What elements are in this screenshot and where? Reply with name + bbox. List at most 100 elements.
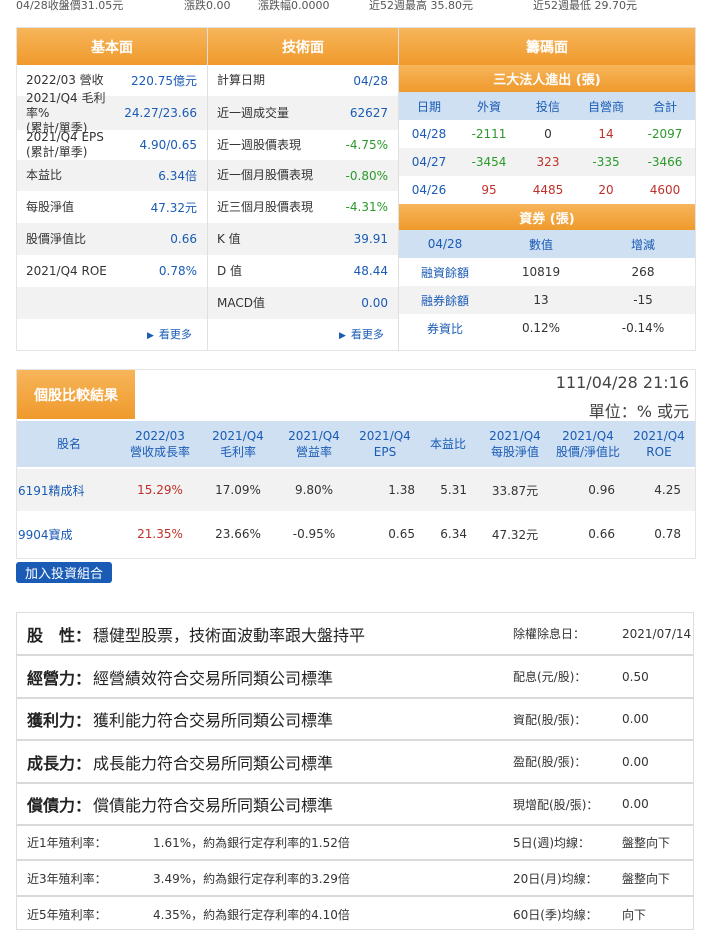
profile-row: 股 性： 穩健型股票，技術面波動率跟大盤持平 除權除息日： 2021/07/14 (17, 613, 693, 656)
comparison-row: 9904寶成 21.35% 23.66% -0.95% 0.65 6.34 47… (17, 513, 695, 555)
cell: 0.96 (588, 483, 615, 497)
technical-more-link[interactable]: ▶ 看更多 (339, 326, 384, 342)
cell: 0.12% (521, 321, 561, 335)
row-right-label: 資配(股/張)： (513, 712, 587, 727)
yield-row: 近5年殖利率： 4.35%，約為銀行定存利率的4.10倍 60日(季)均線： 向… (17, 897, 693, 931)
cell: 0.65 (388, 527, 415, 541)
row-value: 0.66 (170, 232, 197, 246)
cell: -2111 (471, 127, 507, 141)
row-key: 股 性： (27, 625, 92, 645)
cell: 10819 (521, 265, 561, 279)
cell: -15 (633, 293, 653, 307)
row-label: 2021/Q4 EPS (累計/單季) (26, 130, 104, 159)
cell: 4600 (649, 183, 681, 197)
high-52-week: 近52週最高 35.80元 (369, 0, 473, 12)
fundamental-row: 每股淨值 47.32元 (17, 191, 207, 223)
row-label: 2021/Q4 毛利率% (累計/單季) (26, 90, 106, 135)
row-label: 股價淨值比 (26, 231, 87, 246)
cell: 04/28 (411, 127, 447, 141)
fundamental-row: 本益比 6.34倍 (17, 160, 207, 191)
cell: 5.31 (440, 483, 467, 497)
cell: 13 (533, 293, 549, 307)
row-right-value: 2021/07/14 (622, 626, 692, 641)
cell: 0.66 (588, 527, 615, 541)
row-value: 24.27/23.66 (124, 106, 197, 120)
cell: 0.78 (654, 527, 681, 541)
cell: 0 (544, 127, 552, 141)
technical-row: D 值 48.44 (208, 255, 398, 287)
row-label: 近一週成交量 (217, 105, 290, 120)
comparison-title: 個股比較結果 (17, 370, 135, 419)
cell: 04/26 (411, 183, 447, 197)
col-header: 投信 (535, 99, 560, 114)
row-key: 成長力： (27, 753, 92, 773)
fundamental-more-link[interactable]: ▶ 看更多 (147, 326, 192, 342)
cell: 15.29% (137, 483, 183, 497)
col-header: 本益比 (429, 437, 466, 451)
row-right-label: 盈配(股/張)： (513, 755, 587, 769)
row-right-value: 0.00 (622, 754, 649, 769)
fundamental-row: 2021/Q4 EPS (累計/單季) 4.90/0.65 (17, 130, 207, 160)
cell: 14 (598, 127, 614, 141)
cell: 20 (598, 183, 614, 197)
row-value: 39.91 (353, 232, 388, 246)
row-value: 48.44 (353, 264, 388, 278)
yield-label: 近3年殖利率： (27, 871, 107, 886)
row-value: 0.78% (158, 264, 197, 278)
ma-value: 盤整向下 (622, 836, 671, 850)
row-value: -0.80% (345, 168, 388, 183)
chips-header[interactable]: 籌碼面 (399, 28, 695, 65)
institutional-header-row: 日期 外資 投信 自營商 合計 (399, 92, 695, 120)
profile-row: 經營力： 經營績效符合交易所同類公司標準 配息(元/股)： 0.50 (17, 656, 693, 699)
col-header: 2021/Q4 股價/淨值比 (555, 429, 621, 459)
cell: 1.38 (388, 483, 415, 497)
row-label: 2021/Q4 ROE (26, 263, 107, 278)
row-right-label: 除權除息日： (513, 627, 586, 641)
fundamental-header[interactable]: 基本面 (17, 28, 207, 65)
technical-row: 計算日期 04/28 (208, 65, 398, 96)
col-header: 2021/Q4 每股淨值 (489, 429, 541, 459)
institutional-title: 三大法人進出 (張) (399, 65, 695, 92)
yield-label: 近1年殖利率： (27, 836, 107, 850)
row-value: -4.75% (345, 138, 388, 152)
fundamental-row-empty (17, 287, 207, 319)
ma-label: 20日(月)均線： (513, 871, 598, 886)
row-label: 本益比 (26, 168, 63, 182)
row-right-value: 0.00 (622, 797, 649, 811)
stock-link[interactable]: 9904寶成 (17, 513, 121, 555)
technical-row: 近一週成交量 62627 (208, 96, 398, 130)
cell: 4485 (532, 183, 564, 197)
stock-link[interactable]: 6191精成科 (17, 469, 121, 511)
row-text: 經營績效符合交易所同類公司標準 (93, 668, 334, 688)
cell: 融券餘額 (420, 293, 469, 308)
institutional-row: 04/26 95 4485 20 4600 (399, 176, 695, 204)
technical-row: 近一週股價表現 -4.75% (208, 130, 398, 160)
col-header: 2021/Q4 毛利率 (212, 429, 264, 459)
row-label: MACD值 (217, 295, 265, 310)
col-header: 2021/Q4 ROE (633, 429, 685, 459)
low-52-week: 近52週最低 29.70元 (533, 0, 637, 12)
comparison-unit: 單位：% 或元 (588, 402, 689, 421)
price-summary-line: 04/28收盤價31.05元 漲跌0.00 漲跌幅0.0000 近52週最高 3… (0, 0, 720, 14)
yield-row: 近3年殖利率： 3.49%，約為銀行定存利率的3.29倍 20日(月)均線： 盤… (17, 861, 693, 897)
col-header: 2021/Q4 EPS (359, 429, 411, 459)
row-label: 每股淨值 (26, 199, 75, 214)
technical-row: K 值 39.91 (208, 223, 398, 255)
cell: 323 (536, 155, 560, 169)
technical-header[interactable]: 技術面 (208, 28, 398, 65)
yield-row: 近1年殖利率： 1.61%，約為銀行定存利率的1.52倍 5日(週)均線： 盤整… (17, 826, 693, 861)
cell: -335 (592, 155, 620, 169)
cell: 04/27 (411, 155, 447, 169)
row-value: 0.00 (361, 296, 388, 310)
row-label: D 值 (217, 263, 243, 278)
technical-row: 近三個月股價表現 -4.31% (208, 191, 398, 223)
more-label: 看更多 (158, 328, 192, 341)
col-header: 合計 (652, 99, 677, 114)
row-value: 6.34倍 (158, 169, 197, 183)
profile-table: 股 性： 穩健型股票，技術面波動率跟大盤持平 除權除息日： 2021/07/14 … (16, 612, 694, 930)
row-value: 47.32元 (150, 200, 197, 215)
cell: 95 (481, 183, 497, 197)
add-to-portfolio-button[interactable]: 加入投資組合 (16, 562, 112, 583)
col-header: 自營商 (587, 99, 624, 114)
row-text: 穩健型股票，技術面波動率跟大盤持平 (93, 625, 366, 645)
